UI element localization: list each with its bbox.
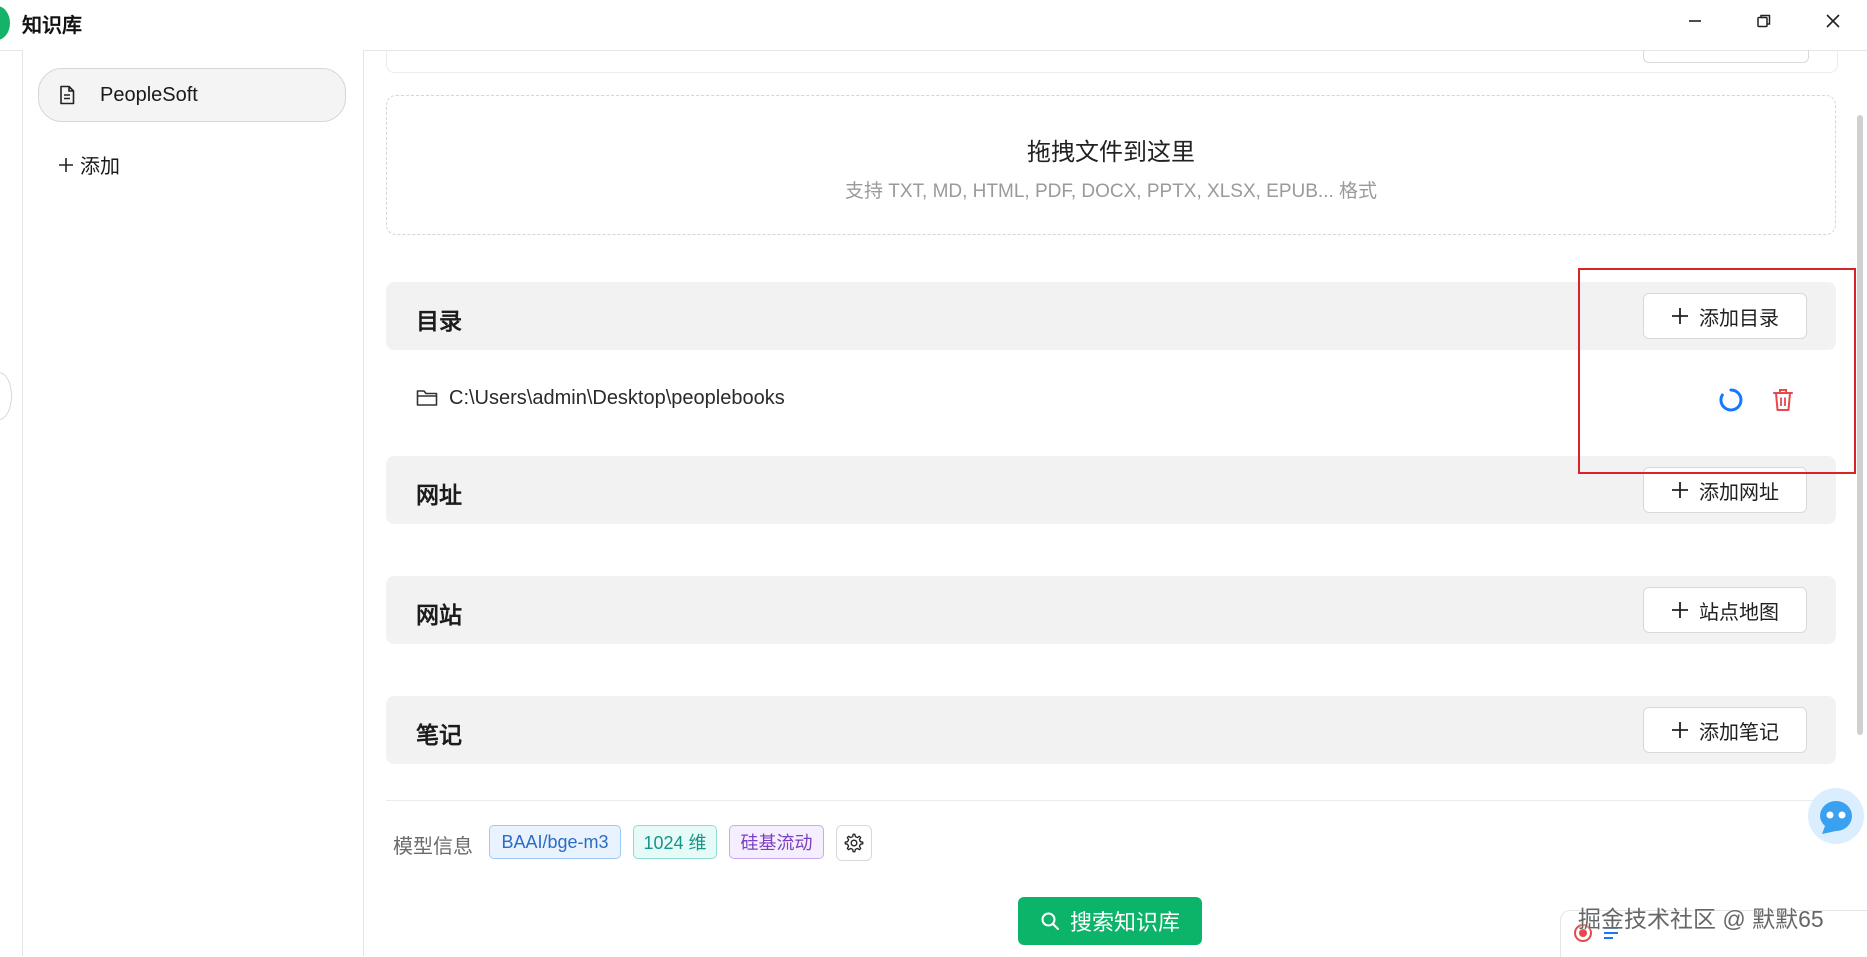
partial-card	[386, 50, 1838, 73]
model-settings-button[interactable]	[836, 825, 872, 861]
drop-zone-title: 拖拽文件到这里	[1027, 139, 1195, 166]
url-section-title: 网址	[416, 482, 462, 508]
restore-icon	[1757, 14, 1771, 28]
document-icon	[58, 85, 76, 110]
watermark: 掘金技术社区 @ 默默65	[1578, 906, 1824, 932]
search-icon	[1041, 912, 1059, 930]
search-knowledge-base-button[interactable]: 搜索知识库	[1018, 897, 1202, 945]
sidebar-item-label: PeopleSoft	[100, 84, 198, 106]
assistant-chat-button[interactable]	[1808, 788, 1864, 844]
notes-section-header	[386, 696, 1836, 764]
dimensions-tag: 1024 维	[633, 825, 717, 859]
sidebar-collapse-handle[interactable]	[0, 372, 12, 420]
sitemap-label: 站点地图	[1699, 601, 1779, 624]
plus-icon	[1672, 482, 1688, 498]
title-bar	[0, 0, 1867, 51]
add-url-label: 添加网址	[1699, 481, 1779, 504]
knowledge-base-list-panel	[22, 50, 364, 956]
add-knowledge-base-button[interactable]: 添加	[58, 150, 120, 179]
directory-path: C:\Users\admin\Desktop\peoplebooks	[449, 387, 785, 409]
close-icon	[1826, 14, 1840, 28]
annotation-highlight-box	[1578, 268, 1856, 474]
folder-icon	[416, 388, 438, 413]
website-section-title: 网站	[416, 602, 462, 628]
model-info-label: 模型信息	[393, 836, 473, 858]
minimize-icon	[1689, 20, 1701, 22]
plus-icon	[59, 157, 73, 172]
gear-icon	[844, 833, 864, 853]
provider-tag: 硅基流动	[729, 825, 824, 859]
window-title: 知识库	[22, 15, 82, 37]
add-note-button[interactable]: 添加笔记	[1643, 707, 1807, 753]
restore-button[interactable]	[1744, 6, 1784, 36]
sitemap-button[interactable]: 站点地图	[1643, 587, 1807, 633]
add-label: 添加	[80, 156, 120, 178]
plus-icon	[1672, 722, 1688, 738]
chat-bot-icon	[1820, 801, 1852, 834]
add-note-label: 添加笔记	[1699, 721, 1779, 744]
minimize-button[interactable]	[1675, 6, 1715, 36]
plus-icon	[1672, 602, 1688, 618]
close-button[interactable]	[1813, 6, 1853, 36]
model-name-tag: BAAI/bge-m3	[489, 825, 621, 859]
directory-section-title: 目录	[416, 308, 462, 334]
scrollbar-thumb[interactable]	[1857, 115, 1863, 735]
divider	[386, 800, 1836, 801]
drop-zone-hint: 支持 TXT, MD, HTML, PDF, DOCX, PPTX, XLSX,…	[844, 181, 1378, 202]
partial-button[interactable]	[1643, 50, 1809, 63]
search-button-label: 搜索知识库	[1069, 910, 1180, 935]
website-section-header	[386, 576, 1836, 644]
notes-section-title: 笔记	[416, 722, 462, 748]
